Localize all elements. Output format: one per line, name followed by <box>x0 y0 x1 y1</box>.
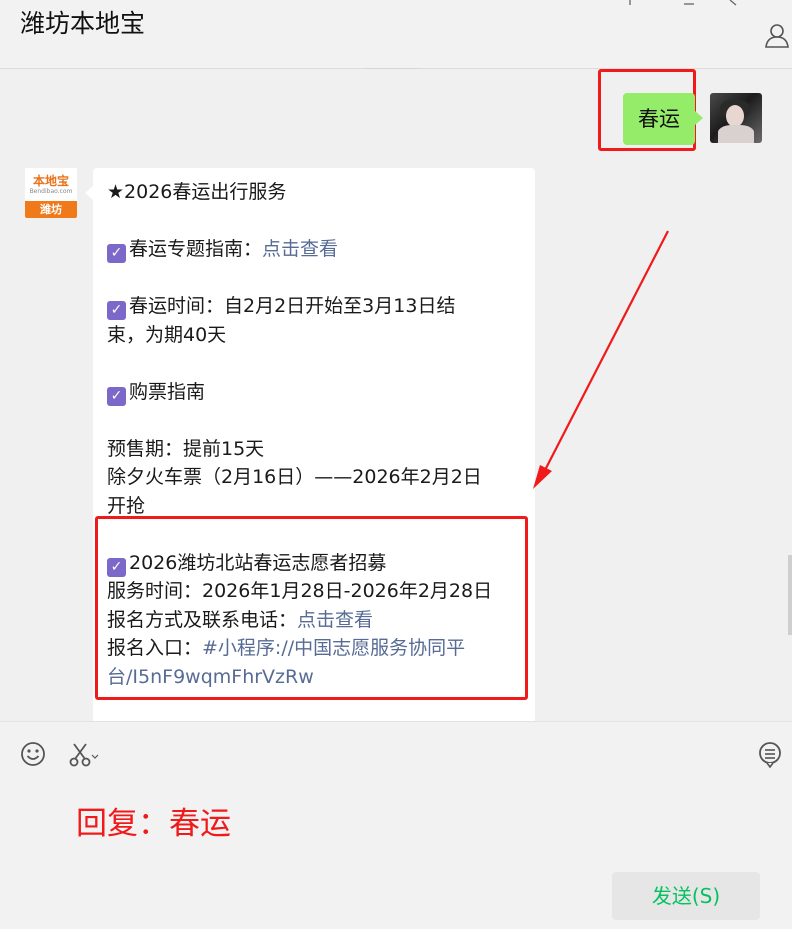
chat-header: 潍坊本地宝 <box>0 0 792 69</box>
red-arrow-annotation <box>533 230 669 489</box>
emoji-icon[interactable] <box>19 740 47 768</box>
window-controls-icon <box>629 0 737 6</box>
scissors-icon[interactable] <box>68 740 100 768</box>
chat-title: 潍坊本地宝 <box>20 9 146 38</box>
chat-history-icon[interactable] <box>756 740 784 768</box>
profile-icon[interactable] <box>764 22 790 48</box>
send-button[interactable]: 发送(S) <box>612 872 760 920</box>
side-scroll-handle[interactable] <box>788 555 792 635</box>
chat-messages[interactable]: 春运 本地宝 Bendibao.com 潍坊 ★2026春运出行服务 ✓ 春运专题… <box>0 69 792 721</box>
input-area[interactable]: 回复：春运 发送(S) <box>0 721 792 929</box>
reply-hint-text: 回复：春运 <box>76 806 231 842</box>
